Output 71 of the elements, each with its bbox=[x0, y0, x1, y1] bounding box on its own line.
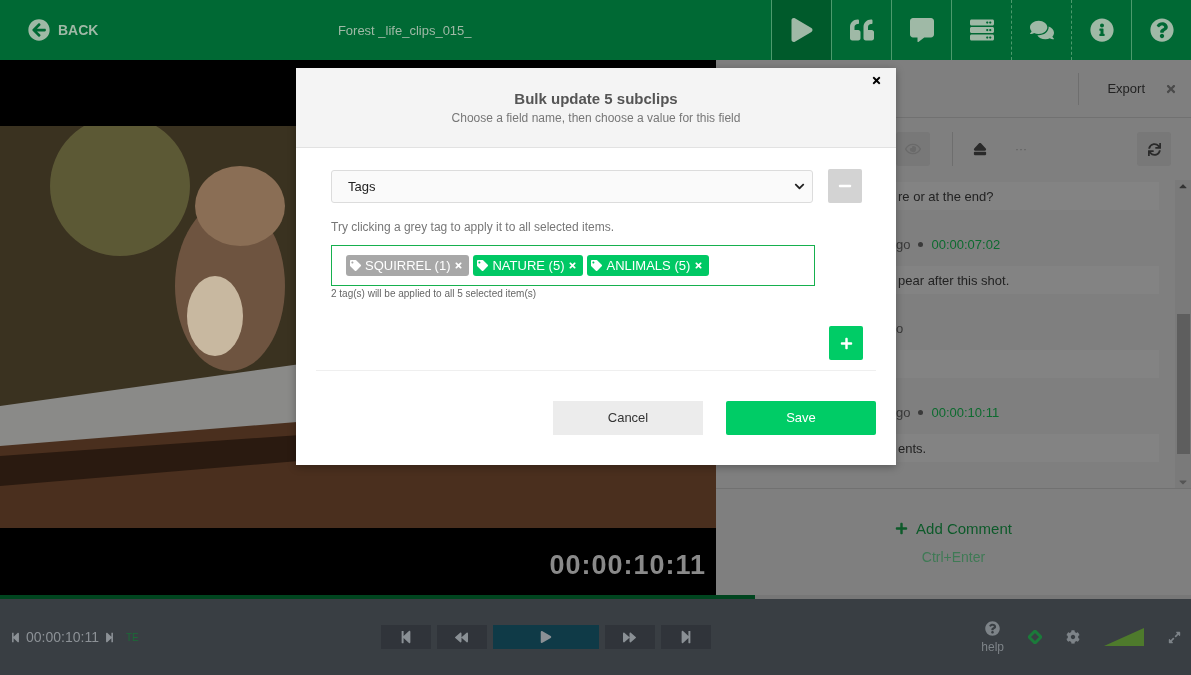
comment-text: pear after this shot. bbox=[898, 272, 1010, 288]
comment-text: ents. bbox=[898, 440, 927, 456]
help-button[interactable]: help bbox=[981, 620, 1004, 654]
field-select[interactable]: Tags bbox=[331, 169, 813, 203]
rewind-icon bbox=[455, 630, 469, 644]
hint-text: Try clicking a grey tag to apply it to all selected items. bbox=[331, 220, 615, 234]
export-button[interactable]: Export bbox=[1107, 81, 1145, 96]
volume-icon[interactable] bbox=[1104, 628, 1144, 646]
tag-chip[interactable]: NATURE (5) bbox=[473, 255, 584, 276]
comment-timecode[interactable]: 00:00:10:11 bbox=[931, 404, 1000, 420]
marker-icon[interactable] bbox=[1028, 630, 1042, 644]
add-button[interactable] bbox=[829, 326, 863, 360]
comment-timecode[interactable]: 00:00:07:02 bbox=[931, 236, 1001, 252]
tag-chip[interactable]: ANLIMALS (5) bbox=[587, 255, 710, 276]
comment-text: re or at the end? bbox=[898, 188, 994, 204]
close-icon[interactable] bbox=[1165, 82, 1177, 95]
eject-icon[interactable] bbox=[973, 142, 987, 156]
toolbar-button[interactable] bbox=[771, 0, 831, 60]
info-icon bbox=[1089, 18, 1114, 42]
fast-forward-button[interactable] bbox=[604, 625, 655, 649]
more-menu[interactable]: ··· bbox=[1015, 142, 1027, 156]
comment-icon bbox=[909, 18, 934, 42]
tag-icon bbox=[477, 260, 489, 271]
remove-icon[interactable] bbox=[694, 261, 704, 270]
close-button[interactable] bbox=[871, 75, 882, 86]
refresh-icon bbox=[1147, 142, 1161, 156]
save-button[interactable]: Save bbox=[726, 401, 876, 435]
plus-icon bbox=[839, 336, 853, 350]
list-icon bbox=[969, 18, 994, 42]
play-icon bbox=[539, 631, 552, 643]
video-timecode: 00:00:10:11 bbox=[549, 550, 706, 581]
clip-title: Forest _life_clips_015_ bbox=[337, 22, 472, 38]
skip-end-button[interactable] bbox=[660, 625, 711, 649]
fast-forward-icon bbox=[623, 630, 637, 644]
back-button[interactable]: BACK bbox=[28, 18, 99, 42]
dialog-subtitle: Choose a field name, then choose a value for this field bbox=[451, 111, 741, 125]
shortcut-hint: Ctrl+Enter bbox=[921, 548, 986, 565]
comment-age: go bbox=[896, 404, 911, 420]
rewind-button[interactable] bbox=[436, 625, 487, 649]
tag-icon bbox=[591, 260, 603, 271]
help-icon bbox=[985, 620, 1001, 636]
comments-icon bbox=[1029, 18, 1054, 42]
scrollbar[interactable] bbox=[1175, 180, 1191, 488]
fullscreen-icon[interactable] bbox=[1168, 630, 1181, 644]
plus-icon bbox=[895, 521, 909, 535]
remove-icon[interactable] bbox=[568, 261, 578, 270]
tags-field[interactable]: SQUIRREL (1) NATURE (5) ANLIMALS (5) bbox=[331, 245, 815, 286]
quote-icon bbox=[849, 18, 874, 42]
comment-age: go bbox=[896, 236, 911, 252]
cancel-button[interactable]: Cancel bbox=[553, 401, 703, 435]
play-icon bbox=[789, 18, 814, 42]
back-arrow-icon bbox=[28, 19, 50, 41]
comment-age: o bbox=[896, 320, 904, 336]
apply-note: 2 tag(s) will be applied to all 5 selected item(s) bbox=[331, 288, 538, 299]
tag-icon bbox=[350, 260, 361, 271]
player-timecode: 00:00:10:11 bbox=[26, 629, 99, 645]
add-comment-button[interactable]: Add Comment bbox=[895, 519, 1012, 537]
skip-start-button[interactable] bbox=[380, 625, 431, 649]
next-frame-icon[interactable] bbox=[103, 631, 115, 643]
previous-frame-icon[interactable] bbox=[10, 631, 21, 643]
separator-dot bbox=[918, 409, 924, 415]
remove-icon[interactable] bbox=[454, 261, 464, 270]
progress-bar[interactable] bbox=[0, 595, 1191, 599]
separator-dot bbox=[918, 241, 924, 247]
dialog-title: Bulk update 5 subclips bbox=[514, 90, 678, 107]
help-icon bbox=[1149, 18, 1174, 42]
tag-chip[interactable]: SQUIRREL (1) bbox=[346, 255, 470, 276]
refresh-button[interactable] bbox=[1137, 132, 1171, 166]
close-icon bbox=[871, 75, 882, 86]
play-button[interactable] bbox=[492, 625, 599, 649]
settings-icon[interactable] bbox=[1066, 630, 1080, 644]
